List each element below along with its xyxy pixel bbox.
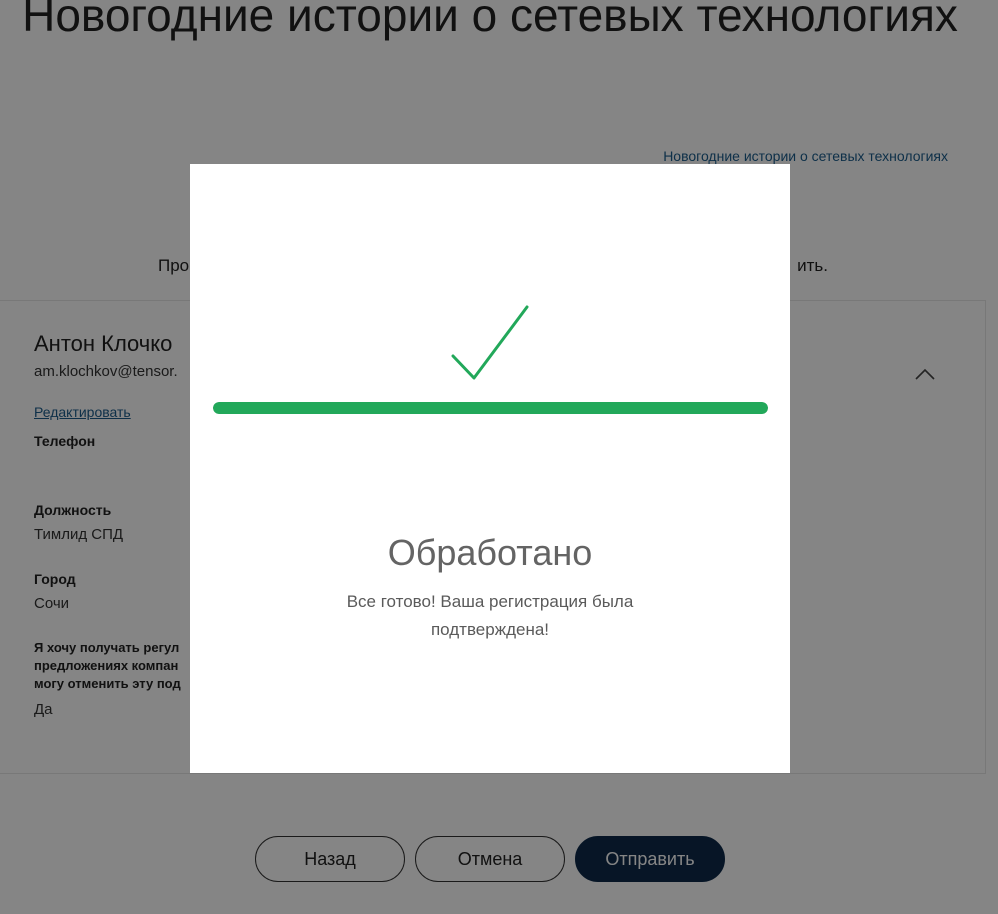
modal-title: Обработано (387, 532, 593, 573)
progress-bar (213, 402, 768, 414)
registration-page: Новогодние истории о сетевых технологиях… (0, 0, 998, 914)
confirmation-modal: Обработано Все готово! Ваша регистрация … (190, 164, 790, 773)
modal-message: Все готово! Ваша регистрация была подтве… (346, 592, 634, 639)
checkmark-icon (451, 305, 529, 380)
progress-bar-fill (213, 402, 768, 414)
